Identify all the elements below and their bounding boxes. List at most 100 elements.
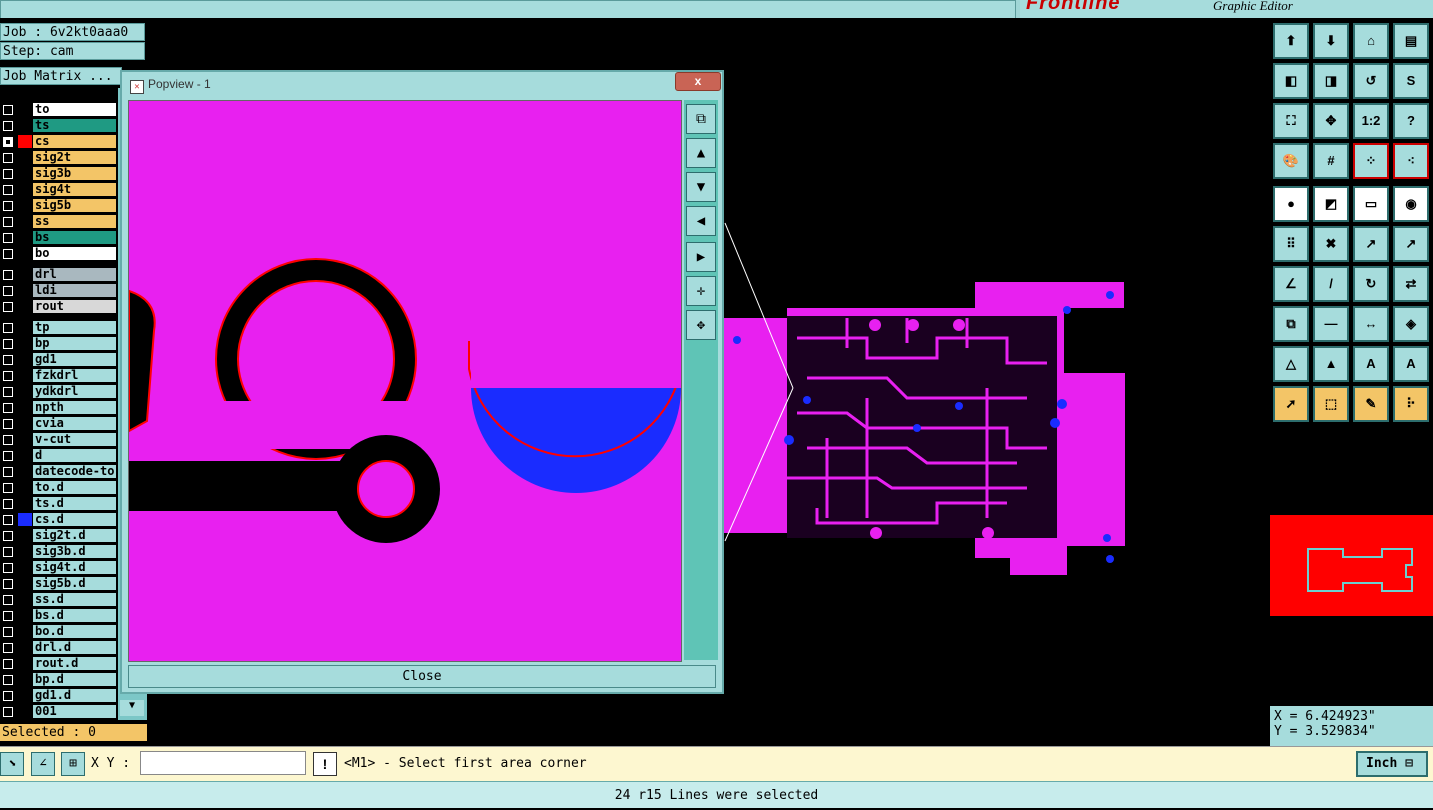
layer-color-swatch[interactable] — [18, 609, 32, 622]
layer-color-swatch[interactable] — [18, 401, 32, 414]
layer-name[interactable]: v-cut — [33, 433, 116, 446]
layer-color-swatch[interactable] — [18, 561, 32, 574]
layer-color-swatch[interactable] — [18, 385, 32, 398]
layer-checkbox[interactable] — [3, 403, 13, 413]
layer-checkbox[interactable] — [3, 515, 13, 525]
add-line-icon[interactable]: ↗ — [1353, 226, 1389, 262]
layer-checkbox[interactable] — [3, 121, 13, 131]
triangle-icon[interactable]: ▲ — [1313, 346, 1349, 382]
layer-name[interactable]: bo — [33, 247, 116, 260]
popview-canvas[interactable] — [128, 100, 682, 662]
measure-icon[interactable]: ▭ — [1353, 186, 1389, 222]
layer-checkbox[interactable] — [3, 579, 13, 589]
layer-row[interactable]: ss.d — [0, 592, 118, 607]
layer-checkbox[interactable] — [3, 355, 13, 365]
layer-color-swatch[interactable] — [18, 183, 32, 196]
layer-checkbox[interactable] — [3, 323, 13, 333]
layer-name[interactable]: datecode-to — [33, 465, 116, 478]
layer-checkbox[interactable] — [3, 531, 13, 541]
layer-row[interactable]: ss — [0, 214, 118, 229]
copy-icon[interactable]: ⧉ — [1273, 306, 1309, 342]
layer-color-swatch[interactable] — [18, 433, 32, 446]
layer-name[interactable]: cs.d — [33, 513, 116, 526]
layer-color-swatch[interactable] — [18, 135, 32, 148]
snap-lines-icon[interactable]: ⁖ — [1393, 143, 1429, 179]
layer-checkbox[interactable] — [3, 467, 13, 477]
grid-icon[interactable]: # — [1313, 143, 1349, 179]
layer-color-swatch[interactable] — [18, 417, 32, 430]
layer-row[interactable]: bo — [0, 246, 118, 261]
layer-checkbox[interactable] — [3, 499, 13, 509]
overview-minimap[interactable] — [1270, 515, 1433, 616]
pointer-icon[interactable]: ➚ — [1273, 386, 1309, 422]
layer-checkbox[interactable] — [3, 595, 13, 605]
layer-row[interactable]: ydkdrl — [0, 384, 118, 399]
layer-checkbox[interactable] — [3, 691, 13, 701]
delete-icon[interactable]: ✖ — [1313, 226, 1349, 262]
connect-icon[interactable]: ⠿ — [1273, 226, 1309, 262]
home-icon[interactable]: ⌂ — [1353, 23, 1389, 59]
mirror-icon[interactable]: ⇄ — [1393, 266, 1429, 302]
select-feature-icon[interactable]: ● — [1273, 186, 1309, 222]
pan-left-icon[interactable]: ◀ — [686, 206, 716, 236]
slash-icon[interactable]: / — [1313, 266, 1349, 302]
scroll-down-arrow-icon[interactable]: ▼ — [120, 700, 144, 716]
palette-icon[interactable]: 🎨 — [1273, 143, 1309, 179]
layer-name[interactable]: sig5b.d — [33, 577, 116, 590]
pad-select-icon[interactable]: ◉ — [1393, 186, 1429, 222]
layer-row[interactable]: sig5b — [0, 198, 118, 213]
layer-checkbox[interactable] — [3, 249, 13, 259]
layer-row[interactable]: rout.d — [0, 656, 118, 671]
layer-color-swatch[interactable] — [18, 465, 32, 478]
layer-row[interactable]: to — [0, 102, 118, 117]
snap-grid-icon[interactable]: ⊞ — [61, 752, 85, 776]
layer-checkbox[interactable] — [3, 371, 13, 381]
layer-row[interactable]: d — [0, 448, 118, 463]
layer-checkbox[interactable] — [3, 435, 13, 445]
layer-checkbox[interactable] — [3, 233, 13, 243]
layer-checkbox[interactable] — [3, 707, 13, 717]
layer-checkbox[interactable] — [3, 201, 13, 211]
layer-name[interactable]: ts — [33, 119, 116, 132]
layer-name[interactable]: rout — [33, 300, 116, 313]
dimension-icon[interactable]: ↔ — [1353, 306, 1389, 342]
layer-checkbox[interactable] — [3, 286, 13, 296]
layer-checkbox[interactable] — [3, 627, 13, 637]
layer-name[interactable]: bo.d — [33, 625, 116, 638]
layer-color-swatch[interactable] — [18, 689, 32, 702]
layer-name[interactable]: to.d — [33, 481, 116, 494]
layer-name[interactable]: ts.d — [33, 497, 116, 510]
layer-name[interactable]: sig3b — [33, 167, 116, 180]
layer-name[interactable]: bp — [33, 337, 116, 350]
layer-row[interactable]: cs — [0, 134, 118, 149]
undo-view-icon[interactable]: ↺ — [1353, 63, 1389, 99]
layer-row[interactable]: fzkdrl — [0, 368, 118, 383]
layer-color-swatch[interactable] — [18, 300, 32, 313]
unit-select[interactable]: Inch ⊟ — [1356, 751, 1428, 777]
layer-row[interactable]: bs — [0, 230, 118, 245]
layer-row[interactable]: v-cut — [0, 432, 118, 447]
pointer-net-icon[interactable]: ⠗ — [1393, 386, 1429, 422]
layer-color-swatch[interactable] — [18, 641, 32, 654]
layer-row[interactable]: sig5b.d — [0, 576, 118, 591]
layer-color-swatch[interactable] — [18, 231, 32, 244]
layer-name[interactable]: ss — [33, 215, 116, 228]
layer-color-swatch[interactable] — [18, 103, 32, 116]
layer-row[interactable]: 001 — [0, 704, 118, 719]
triangle-add-icon[interactable]: △ — [1273, 346, 1309, 382]
layer-color-swatch[interactable] — [18, 268, 32, 281]
layer-row[interactable]: sig4t — [0, 182, 118, 197]
layer-checkbox[interactable] — [3, 547, 13, 557]
layer-row[interactable]: ts — [0, 118, 118, 133]
scale-one-to-two-icon[interactable]: 1:2 — [1353, 103, 1389, 139]
layer-name[interactable]: bs.d — [33, 609, 116, 622]
layer-name[interactable]: tp — [33, 321, 116, 334]
layer-row[interactable]: cs.d — [0, 512, 118, 527]
angle-icon[interactable]: ∠ — [1273, 266, 1309, 302]
select-area-icon[interactable]: ◩ — [1313, 186, 1349, 222]
line-icon[interactable]: ― — [1313, 306, 1349, 342]
layer-color-swatch[interactable] — [18, 337, 32, 350]
layer-name[interactable]: gd1 — [33, 353, 116, 366]
layer-row[interactable]: drl — [0, 267, 118, 282]
move-icon[interactable]: ↗ — [1393, 226, 1429, 262]
